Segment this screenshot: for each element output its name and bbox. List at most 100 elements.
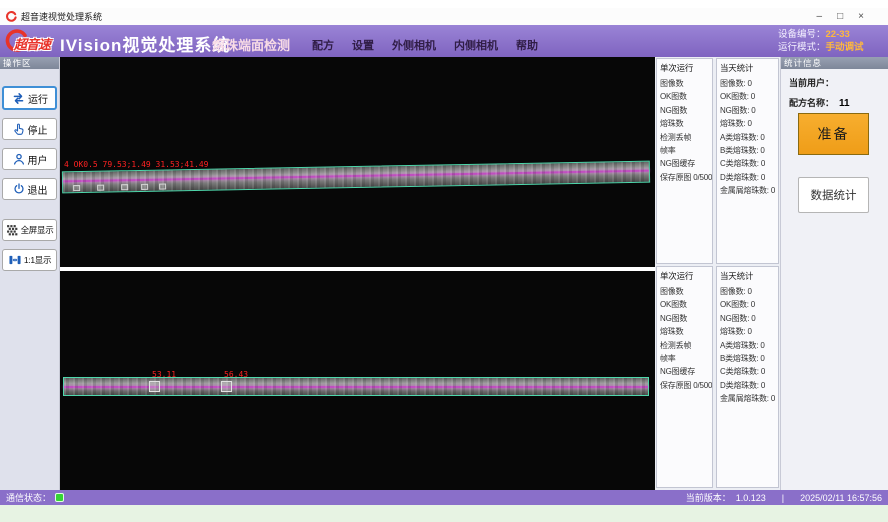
stat-row: D类熔珠数: 0 [717, 379, 778, 392]
app-title: IVision视觉处理系统 [60, 31, 230, 56]
brand-name: 超音速 [14, 34, 50, 53]
stat-row: 熔珠数 [657, 117, 712, 130]
window-controls: – □ × [817, 9, 882, 25]
menu-bar: 配方 设置 外侧相机 内侧相机 帮助 [312, 37, 538, 53]
stat-row: OK图数: 0 [717, 298, 778, 311]
user-icon [12, 152, 26, 166]
user-button[interactable]: 用户 [2, 148, 57, 170]
prepare-button[interactable]: 准备 [798, 113, 869, 155]
statistics-columns: 单次运行 图像数 OK图数 NG图数 熔珠数 检测丢帧 帧率 NG图缓存 保存原… [655, 57, 780, 490]
stat-row: A类熔珠数: 0 [717, 339, 778, 352]
stat-row: 金属屑熔珠数: 0 [717, 184, 778, 197]
menu-recipe[interactable]: 配方 [312, 37, 334, 53]
menu-inner-camera[interactable]: 内侧相机 [454, 37, 498, 53]
detection-mark [73, 185, 80, 191]
status-bar: 通信状态： 当前版本： 1.0.123 | 2025/02/11 16:57:5… [0, 490, 888, 505]
comm-status-indicator [55, 493, 64, 502]
stop-button[interactable]: 停止 [2, 118, 57, 140]
camera-view-inner[interactable]: 53.11 56.43 [60, 271, 655, 490]
single-run-panel-bottom: 单次运行 图像数 OK图数 NG图数 熔珠数 检测丢帧 帧率 NG图缓存 保存原… [656, 266, 713, 488]
current-user-line: 当前用户： [789, 76, 888, 89]
desktop-background-strip [0, 505, 888, 522]
minimize-button[interactable]: – [817, 9, 823, 25]
exit-button[interactable]: 退出 [2, 178, 57, 200]
stat-row: 帧率 [657, 144, 712, 157]
detection-mark [159, 183, 166, 189]
stat-row: OK图数 [657, 90, 712, 103]
single-run-panel-top: 单次运行 图像数 OK图数 NG图数 熔珠数 检测丢帧 帧率 NG图缓存 保存原… [656, 58, 713, 264]
detection-mark [97, 185, 104, 191]
stat-row: OK图数: 0 [717, 90, 778, 103]
exit-button-label: 退出 [28, 182, 48, 197]
operation-sidebar: 操作区 运行 停止 [0, 57, 60, 490]
stat-row: 图像数: 0 [717, 285, 778, 298]
camera-viewport: 4 OK0.5 79.53;1.49 31.53;41.49 53.11 56.… [60, 57, 655, 490]
status-bar-right: 当前版本： 1.0.123 | 2025/02/11 16:57:56 [686, 491, 882, 504]
recipe-name-label: 配方名称： [789, 98, 834, 108]
stat-row: 保存原图 0/500 [657, 171, 712, 184]
recipe-name-line: 配方名称： 11 [789, 96, 888, 109]
status-separator: | [782, 493, 784, 503]
stat-row: C类熔珠数: 0 [717, 365, 778, 378]
stat-row: 熔珠数: 0 [717, 117, 778, 130]
close-button[interactable]: × [858, 9, 864, 25]
stat-row: 图像数 [657, 285, 712, 298]
panel-title: 当天统计 [717, 267, 778, 285]
stat-row: D类熔珠数: 0 [717, 171, 778, 184]
stat-row: 图像数 [657, 77, 712, 90]
menu-settings[interactable]: 设置 [352, 37, 374, 53]
stat-row: 帧率 [657, 352, 712, 365]
stat-row: NG图数: 0 [717, 104, 778, 117]
detection-mark [121, 184, 128, 190]
stat-row: B类熔珠数: 0 [717, 144, 778, 157]
maximize-button[interactable]: □ [837, 9, 843, 25]
main-window: 超音速视觉处理系统 – □ × 超音速 IVision视觉处理系统 熔珠端面检测… [0, 8, 888, 505]
menu-help[interactable]: 帮助 [516, 37, 538, 53]
recipe-name-value: 11 [839, 98, 850, 109]
fullscreen-button[interactable]: 全屏显示 [2, 219, 57, 241]
stat-row: NG图数: 0 [717, 312, 778, 325]
version-label: 当前版本： [686, 491, 731, 504]
window-title: 超音速视觉处理系统 [21, 10, 102, 23]
stat-row: C类熔珠数: 0 [717, 157, 778, 170]
one-to-one-button[interactable]: 1:1显示 [2, 249, 57, 271]
app-logo-icon [6, 11, 17, 22]
today-stats-panel-bottom: 当天统计 图像数: 0 OK图数: 0 NG图数: 0 熔珠数: 0 A类熔珠数… [716, 266, 779, 488]
stat-row: 熔珠数: 0 [717, 325, 778, 338]
device-number-value: 22-33 [826, 29, 850, 40]
device-number-line: 设备编号：22-33 [778, 28, 878, 41]
detection-mark [141, 184, 148, 190]
datetime-value: 2025/02/11 16:57:56 [800, 493, 882, 503]
run-mode-line: 运行模式：手动调试 [778, 41, 878, 54]
weld-strip-inner [63, 377, 649, 396]
fullscreen-grid-icon [6, 224, 19, 237]
measurement-label: 53.11 [152, 370, 176, 379]
stat-row: 检测丢帧 [657, 339, 712, 352]
sidebar-buttons: 运行 停止 用户 [0, 69, 59, 271]
info-panel-caption: 统计信息 [781, 57, 888, 69]
run-button[interactable]: 运行 [2, 86, 57, 110]
fullscreen-button-label: 全屏显示 [21, 224, 54, 236]
camera-view-outer[interactable]: 4 OK0.5 79.53;1.49 31.53;41.49 [60, 57, 655, 267]
device-number-label: 设备编号： [778, 29, 826, 40]
device-info: 设备编号：22-33 运行模式：手动调试 [778, 28, 878, 54]
exit-power-icon [12, 182, 26, 196]
panel-title: 单次运行 [657, 267, 712, 285]
stat-row: NG图数 [657, 312, 712, 325]
one-to-one-button-label: 1:1显示 [24, 254, 51, 266]
stat-row: A类熔珠数: 0 [717, 131, 778, 144]
stop-button-label: 停止 [28, 122, 48, 137]
stat-row: 熔珠数 [657, 325, 712, 338]
current-user-label: 当前用户： [789, 78, 834, 88]
stat-row: B类熔珠数: 0 [717, 352, 778, 365]
data-statistics-button[interactable]: 数据统计 [798, 177, 869, 213]
version-value: 1.0.123 [736, 493, 766, 503]
stat-row: NG图数 [657, 104, 712, 117]
measurement-label: 56.43 [224, 370, 248, 379]
stat-row: 图像数: 0 [717, 77, 778, 90]
menu-outer-camera[interactable]: 外侧相机 [392, 37, 436, 53]
detection-annotation: 4 OK0.5 79.53;1.49 31.53;41.49 [64, 160, 209, 169]
stat-row: 金属屑熔珠数: 0 [717, 392, 778, 405]
run-mode-label: 运行模式： [778, 42, 826, 53]
comm-status-label: 通信状态： [6, 491, 51, 504]
